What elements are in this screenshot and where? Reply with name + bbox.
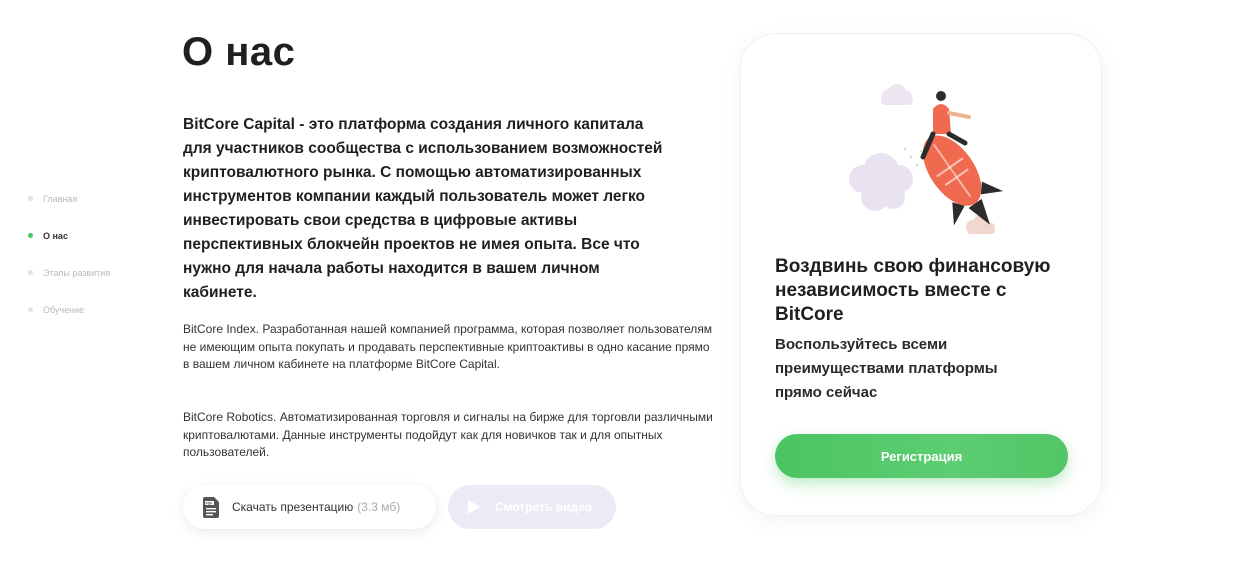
bitcore-robotics-paragraph: BitCore Robotics. Автоматизированная тор… [183, 410, 713, 459]
nav-item-label: Этапы развития [43, 267, 111, 278]
page-title: О нас [182, 30, 296, 74]
download-presentation-button[interactable]: PDF Скачать презентацию (3.3 мб) [183, 485, 436, 529]
nav-item-about[interactable]: О нас [28, 217, 110, 254]
register-button[interactable]: Регистрация [775, 434, 1068, 478]
watch-video-button[interactable]: Смотреть видео [448, 485, 616, 529]
promo-card: Воздвинь свою финансовую независимость в… [740, 33, 1102, 516]
play-icon [468, 500, 480, 514]
card-subtitle: Воспользуйтесь всеми преимуществами плат… [775, 336, 998, 401]
nav-item-label: Главная [43, 193, 78, 204]
nav-item-label: О нас [43, 230, 68, 241]
nav-dot-active [28, 233, 33, 238]
register-button-label: Регистрация [880, 448, 963, 464]
card-title: Воздвинь свою финансовую независимость в… [775, 256, 1051, 325]
nav-dot [28, 196, 33, 201]
nav-item-label: Обучение [43, 304, 85, 315]
download-button-label: Скачать презентацию [232, 500, 354, 514]
side-nav: Главная О нас Этапы развития Обучение [28, 180, 110, 328]
rocket-rider-illustration [849, 84, 1004, 234]
nav-item-stages[interactable]: Этапы развития [28, 254, 110, 291]
nav-dot [28, 270, 33, 275]
pdf-icon: PDF [203, 496, 219, 518]
lead-paragraph: BitCore Capital - это платформа создания… [183, 116, 663, 301]
svg-text:PDF: PDF [206, 501, 213, 505]
nav-item-learning[interactable]: Обучение [28, 291, 110, 328]
nav-item-home[interactable]: Главная [28, 180, 110, 217]
download-file-size: (3.3 мб) [357, 500, 401, 514]
watch-video-label: Смотреть видео [495, 500, 593, 514]
nav-dot [28, 307, 33, 312]
bitcore-index-paragraph: BitCore Index. Разработанная нашей компа… [183, 322, 713, 371]
